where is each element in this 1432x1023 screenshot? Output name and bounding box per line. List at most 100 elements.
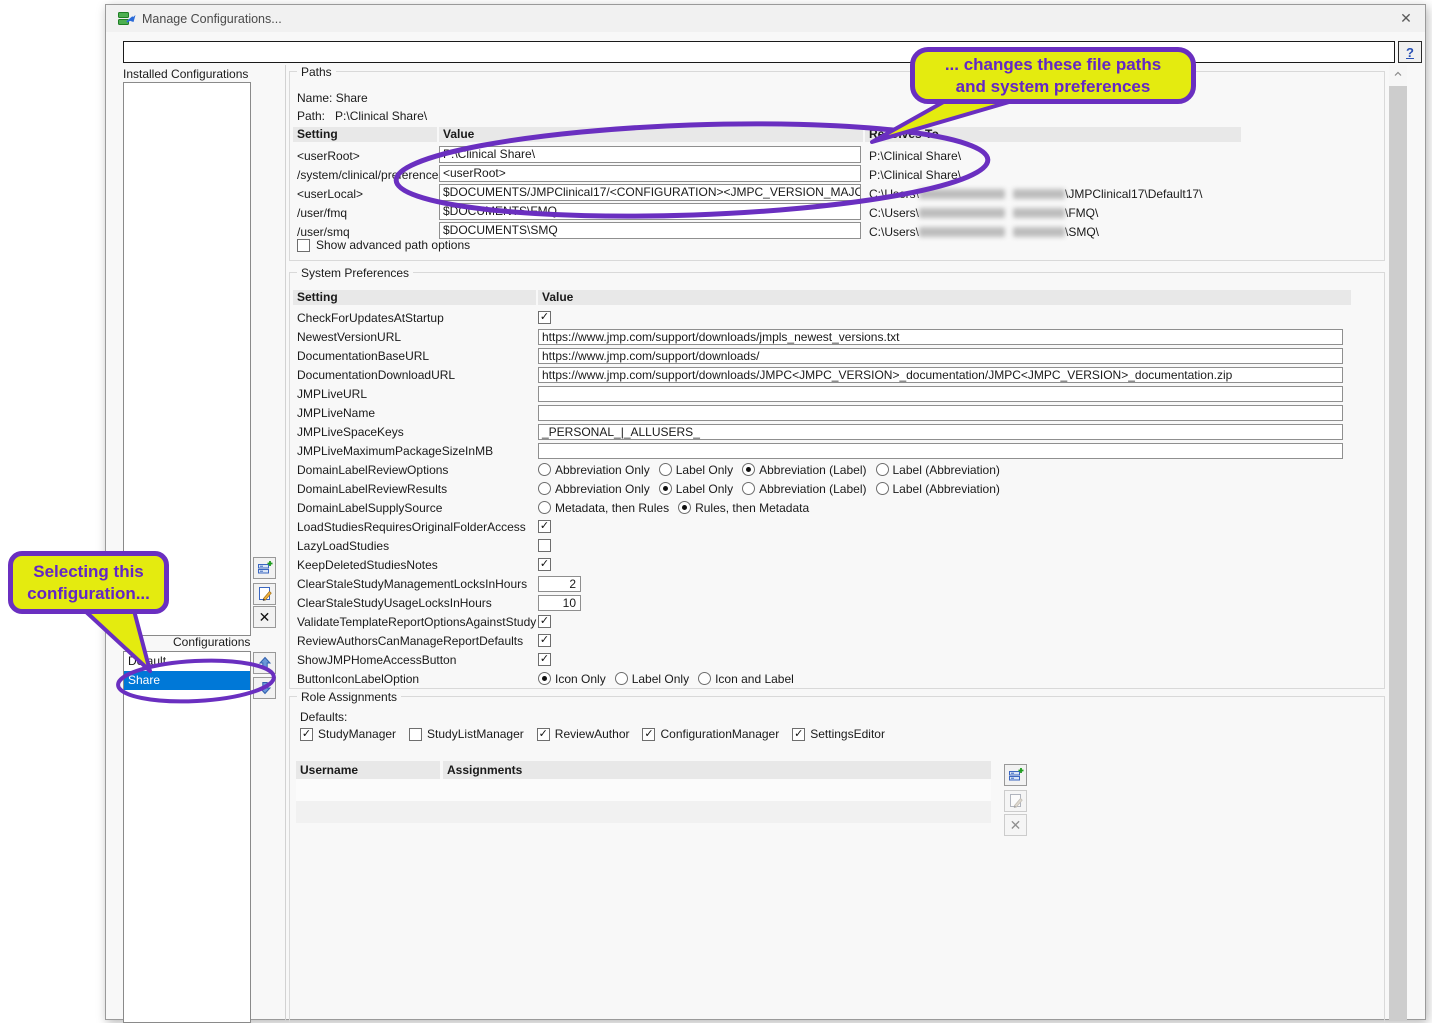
- role-checkbox[interactable]: ✓: [537, 728, 550, 741]
- pref-text-input[interactable]: [538, 386, 1343, 402]
- radio-label: Metadata, then Rules: [555, 501, 669, 515]
- config-list-item[interactable]: Share: [124, 671, 250, 690]
- pref-checkbox[interactable]: ✓: [538, 311, 551, 324]
- delete-configuration-button[interactable]: ✕: [253, 606, 276, 628]
- vertical-scrollbar[interactable]: [1389, 65, 1407, 1021]
- pref-text-input[interactable]: https://www.jmp.com/support/downloads/JM…: [538, 367, 1343, 383]
- pref-radio-option[interactable]: Icon Only: [538, 672, 606, 686]
- delete-entry-icon: ✕: [259, 610, 271, 624]
- pref-radio-option[interactable]: Label (Abbreviation): [876, 463, 1000, 477]
- role-checkbox[interactable]: ✓: [300, 728, 313, 741]
- pref-radio-option[interactable]: Label Only: [615, 672, 689, 686]
- add-user-button[interactable]: [1004, 764, 1027, 786]
- role-checkbox[interactable]: [409, 728, 422, 741]
- pref-radio-option[interactable]: Label (Abbreviation): [876, 482, 1000, 496]
- pref-radio-option[interactable]: Rules, then Metadata: [678, 501, 809, 515]
- delete-user-button[interactable]: ✕: [1004, 814, 1027, 836]
- radio-icon[interactable]: [659, 482, 672, 495]
- radio-icon[interactable]: [538, 482, 551, 495]
- pref-row: DocumentationDownloadURLhttps://www.jmp.…: [293, 365, 1351, 384]
- help-button[interactable]: ?: [1398, 41, 1422, 63]
- radio-icon[interactable]: [742, 463, 755, 476]
- pref-checkbox[interactable]: ✓: [538, 634, 551, 647]
- role-default: ✓StudyManager: [300, 727, 396, 741]
- path-value-input[interactable]: <userRoot>: [439, 165, 861, 182]
- callout-bubble-left: Selecting this configuration...: [8, 551, 169, 614]
- scrollbar-thumb[interactable]: [1389, 86, 1407, 1021]
- pref-radio-option[interactable]: Label Only: [659, 482, 733, 496]
- path-value-input[interactable]: $DOCUMENTS\FMQ: [439, 203, 861, 220]
- pref-text-input[interactable]: _PERSONAL_|_ALLUSERS_: [538, 424, 1343, 440]
- pref-setting-label: CheckForUpdatesAtStartup: [297, 311, 444, 325]
- move-down-button[interactable]: [253, 677, 276, 699]
- pref-checkbox[interactable]: ✓: [538, 653, 551, 666]
- system-preferences-table: Setting Value CheckForUpdatesAtStartup✓N…: [293, 290, 1351, 688]
- configurations-list[interactable]: DefaultShare: [123, 651, 251, 1023]
- radio-label: Abbreviation Only: [555, 482, 650, 496]
- radio-label: Label Only: [676, 463, 733, 477]
- pref-checkbox[interactable]: [538, 539, 551, 552]
- advanced-path-options-checkbox[interactable]: [297, 239, 310, 252]
- radio-icon[interactable]: [876, 482, 889, 495]
- radio-icon[interactable]: [538, 501, 551, 514]
- add-configuration-button[interactable]: [253, 557, 276, 579]
- pref-text-input[interactable]: [538, 443, 1343, 459]
- table-row[interactable]: [296, 779, 991, 801]
- pref-radio-option[interactable]: Metadata, then Rules: [538, 501, 669, 515]
- advanced-path-options-label: Show advanced path options: [316, 238, 470, 252]
- pref-radio-option[interactable]: Abbreviation (Label): [742, 463, 866, 477]
- radio-label: Rules, then Metadata: [695, 501, 809, 515]
- config-path-value: P:\Clinical Share\: [335, 109, 427, 123]
- up-arrow-icon: [257, 655, 273, 671]
- paths-row: /user/fmq$DOCUMENTS\FMQC:\Users\\FMQ\: [293, 203, 1241, 222]
- pref-text-input[interactable]: [538, 405, 1343, 421]
- move-up-button[interactable]: [253, 652, 276, 674]
- pref-checkbox[interactable]: ✓: [538, 558, 551, 571]
- pref-row: ClearStaleStudyUsageLocksInHours10: [293, 593, 1351, 612]
- scroll-up-button[interactable]: [1389, 65, 1407, 82]
- pref-text-input[interactable]: https://www.jmp.com/support/downloads/jm…: [538, 329, 1343, 345]
- edit-user-button[interactable]: [1004, 790, 1027, 812]
- radio-icon[interactable]: [659, 463, 672, 476]
- path-value-input[interactable]: $DOCUMENTS/JMPClinical17/<CONFIGURATION>…: [439, 184, 861, 201]
- pref-row: DomainLabelSupplySourceMetadata, then Ru…: [293, 498, 1351, 517]
- path-setting-label: /system/clinical/preferences: [297, 168, 444, 182]
- pref-radio-option[interactable]: Abbreviation Only: [538, 482, 650, 496]
- radio-icon[interactable]: [876, 463, 889, 476]
- callout-text: Selecting this: [13, 561, 164, 582]
- role-checkbox[interactable]: ✓: [792, 728, 805, 741]
- radio-icon[interactable]: [678, 501, 691, 514]
- radio-icon[interactable]: [698, 672, 711, 685]
- radio-icon[interactable]: [538, 672, 551, 685]
- pref-row: ReviewAuthorsCanManageReportDefaults✓: [293, 631, 1351, 650]
- radio-label: Label Only: [676, 482, 733, 496]
- radio-icon[interactable]: [615, 672, 628, 685]
- path-resolves-value: P:\Clinical Share\: [869, 168, 961, 182]
- pref-text-input[interactable]: https://www.jmp.com/support/downloads/: [538, 348, 1343, 364]
- path-value-input[interactable]: P:\Clinical Share\: [439, 146, 861, 163]
- path-resolves-value: P:\Clinical Share\: [869, 149, 961, 163]
- pref-checkbox[interactable]: ✓: [538, 520, 551, 533]
- path-value-input[interactable]: $DOCUMENTS\SMQ: [439, 222, 861, 239]
- close-button[interactable]: ✕: [1393, 8, 1419, 29]
- pref-radio-option[interactable]: Abbreviation (Label): [742, 482, 866, 496]
- radio-icon[interactable]: [538, 463, 551, 476]
- pref-radio-option[interactable]: Icon and Label: [698, 672, 794, 686]
- role-checkbox[interactable]: ✓: [642, 728, 655, 741]
- config-list-item[interactable]: Default: [124, 652, 250, 671]
- role-assignments-group: [289, 696, 1385, 1023]
- paths-table: Setting Value Resolves To <userRoot>P:\C…: [293, 127, 1241, 241]
- pref-radio-option[interactable]: Abbreviation Only: [538, 463, 650, 477]
- message-box[interactable]: [123, 41, 1395, 63]
- pref-number-input[interactable]: 2: [538, 576, 581, 592]
- pref-radio-option[interactable]: Label Only: [659, 463, 733, 477]
- pref-setting-label: JMPLiveURL: [297, 387, 367, 401]
- edit-configuration-button[interactable]: [253, 583, 276, 605]
- table-row[interactable]: [296, 801, 991, 823]
- pref-row: JMPLiveMaximumPackageSizeInMB: [293, 441, 1351, 460]
- radio-icon[interactable]: [742, 482, 755, 495]
- radio-label: Label (Abbreviation): [893, 463, 1000, 477]
- pref-number-input[interactable]: 10: [538, 595, 581, 611]
- pref-checkbox[interactable]: ✓: [538, 615, 551, 628]
- callout-text: ... changes these file paths: [915, 54, 1191, 75]
